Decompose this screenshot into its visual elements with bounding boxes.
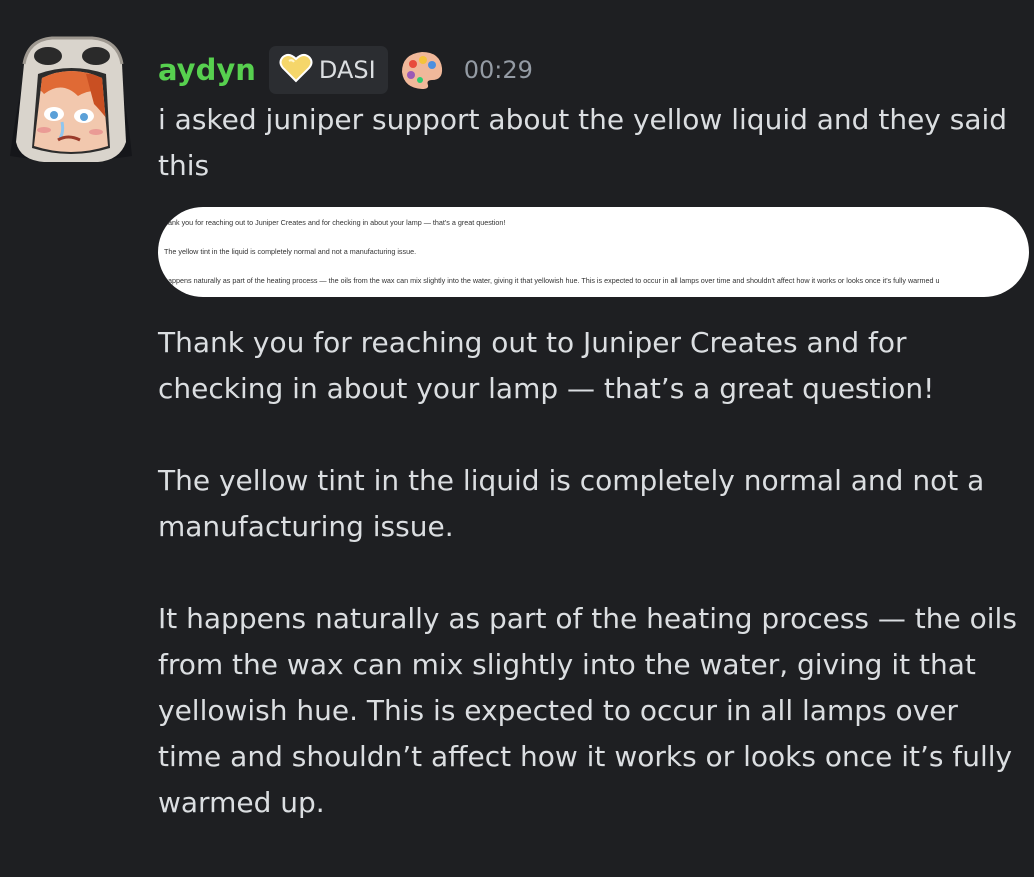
message-header: aydyn DASI 00:29	[158, 44, 533, 96]
message-paragraph: It happens naturally as part of the heat…	[158, 602, 1017, 819]
image-text-line: happens naturally as part of the heating…	[164, 276, 940, 285]
palette-icon[interactable]	[400, 50, 444, 90]
attached-image[interactable]: hank you for reaching out to Juniper Cre…	[158, 207, 1029, 297]
message-body: Thank you for reaching out to Juniper Cr…	[158, 320, 1028, 872]
heart-badge-icon	[279, 53, 313, 87]
image-text-line: The yellow tint in the liquid is complet…	[164, 247, 417, 256]
user-avatar[interactable]	[8, 34, 134, 162]
image-text-line: hank you for reaching out to Juniper Cre…	[164, 218, 506, 227]
message-paragraph: Thank you for reaching out to Juniper Cr…	[158, 326, 935, 405]
message-timestamp[interactable]: 00:29	[464, 56, 533, 84]
avatar-image	[10, 36, 132, 162]
chat-message: aydyn DASI 00:29 i asked juniper support…	[0, 0, 1034, 877]
server-tag-label: DASI	[318, 56, 376, 84]
message-paragraph: The yellow tint in the liquid is complet…	[158, 464, 985, 543]
message-text: i asked juniper support about the yellow…	[158, 103, 1008, 182]
server-tag[interactable]: DASI	[268, 46, 388, 94]
username[interactable]: aydyn	[158, 53, 256, 87]
